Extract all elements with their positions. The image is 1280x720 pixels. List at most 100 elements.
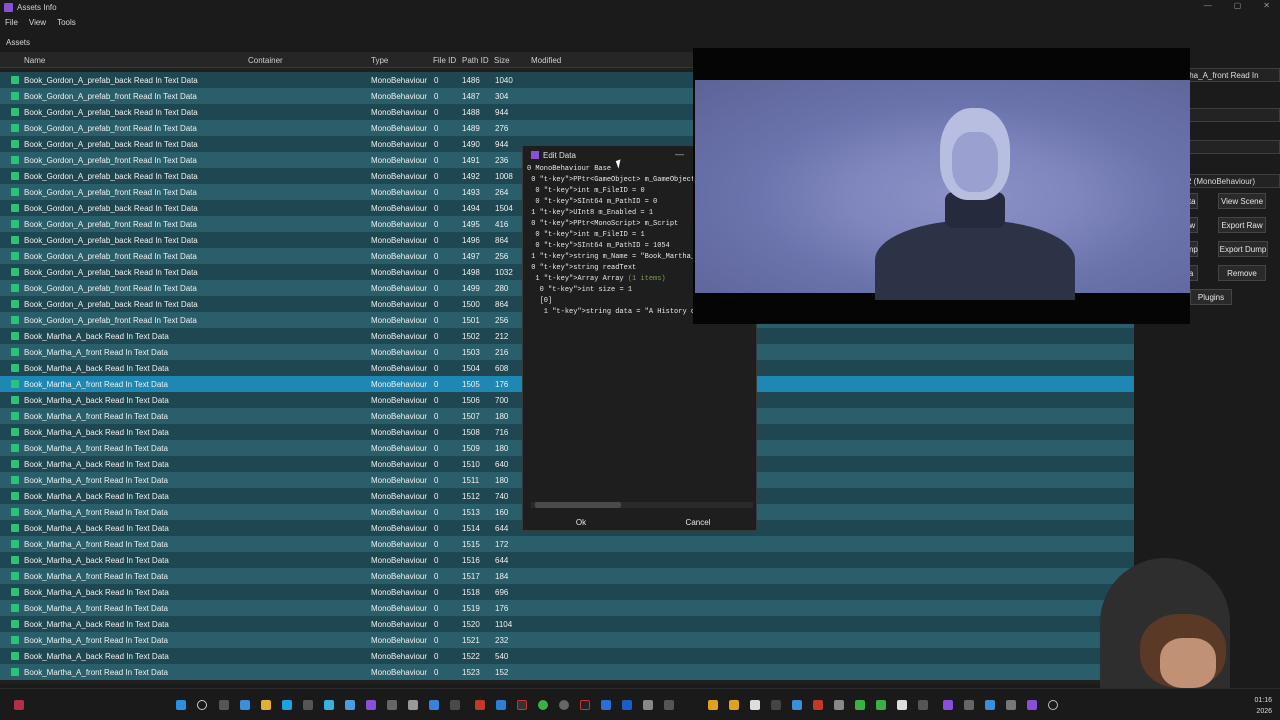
column-size[interactable]: Size xyxy=(494,56,510,65)
app-icon-9[interactable] xyxy=(366,700,376,710)
app-icon-34[interactable] xyxy=(918,700,928,710)
maximize-button[interactable]: ▢ xyxy=(1234,1,1242,10)
app-icon-13[interactable] xyxy=(450,700,460,710)
cell-file-id: 0 xyxy=(434,380,439,389)
cell-path-id: 1510 xyxy=(462,460,480,469)
app-icon-18[interactable] xyxy=(559,700,569,710)
export-dump-button[interactable]: Export Dump xyxy=(1218,241,1268,257)
assets-app-icon[interactable] xyxy=(1027,700,1037,710)
horizontal-scrollbar[interactable] xyxy=(531,502,753,508)
cell-path-id: 1491 xyxy=(462,156,480,165)
table-row[interactable]: Book_Martha_A_front Read In Text Data Mon… xyxy=(0,568,1134,584)
app-icon-38[interactable] xyxy=(1006,700,1016,710)
cell-type: MonoBehaviour xyxy=(371,396,428,405)
start-icon[interactable] xyxy=(176,700,186,710)
table-row[interactable]: Book_Martha_A_front Read In Text Data Mon… xyxy=(0,536,1134,552)
app-icon-14[interactable] xyxy=(475,700,485,710)
table-row[interactable]: Book_Martha_A_front Read In Text Data Mon… xyxy=(0,664,1134,680)
app-icon-7[interactable] xyxy=(324,700,334,710)
cell-file-id: 0 xyxy=(434,124,439,133)
column-file-id[interactable]: File ID xyxy=(433,56,456,65)
cell-file-id: 0 xyxy=(434,220,439,229)
app-icon-29[interactable] xyxy=(813,700,823,710)
cell-name: Book_Martha_A_back Read In Text Data xyxy=(24,396,169,405)
ok-button[interactable]: Ok xyxy=(541,516,621,530)
table-row[interactable]: Book_Martha_A_back Read In Text Data Mono… xyxy=(0,584,1134,600)
asset-icon xyxy=(11,652,19,660)
edge-icon[interactable] xyxy=(240,700,250,710)
column-container[interactable]: Container xyxy=(248,56,283,65)
app-icon-30[interactable] xyxy=(834,700,844,710)
plugins-button[interactable]: Plugins xyxy=(1190,289,1232,305)
app-icon-33[interactable] xyxy=(897,700,907,710)
app-icon-12[interactable] xyxy=(429,700,439,710)
settings-icon[interactable] xyxy=(1048,700,1058,710)
minimize-button[interactable]: — xyxy=(1204,1,1212,10)
app-icon-11[interactable] xyxy=(408,700,418,710)
cell-path-id: 1505 xyxy=(462,380,480,389)
export-raw-button[interactable]: Export Raw xyxy=(1218,217,1266,233)
cell-size: 264 xyxy=(495,188,509,197)
app-icon-25[interactable] xyxy=(729,700,739,710)
view-scene-button[interactable]: View Scene xyxy=(1218,193,1266,209)
vscode-icon[interactable] xyxy=(496,700,506,710)
menu-file[interactable]: File xyxy=(0,18,24,27)
app-icon-6[interactable] xyxy=(303,700,313,710)
app-icon-27[interactable] xyxy=(771,700,781,710)
browser-icon[interactable] xyxy=(282,700,292,710)
asset-field-2[interactable] xyxy=(1182,108,1280,122)
app-icon-23[interactable] xyxy=(664,700,674,710)
chrome-icon[interactable] xyxy=(538,700,548,710)
cell-type: MonoBehaviour xyxy=(371,652,428,661)
system-clock[interactable]: 01:16 2026 xyxy=(1254,695,1272,717)
steam-icon[interactable] xyxy=(345,700,355,710)
app-icon-10[interactable] xyxy=(387,700,397,710)
scrollbar-thumb[interactable] xyxy=(535,502,621,508)
app-icon-22[interactable] xyxy=(643,700,653,710)
app-icon-37[interactable] xyxy=(985,700,995,710)
asset-type-field[interactable]: 2 (MonoBehaviour) xyxy=(1182,174,1280,188)
table-row[interactable]: Book_Martha_A_back Read In Text Data Mono… xyxy=(0,616,1134,632)
column-type[interactable]: Type xyxy=(371,56,388,65)
app-icon-32[interactable] xyxy=(876,700,886,710)
column-name[interactable]: Name xyxy=(24,56,45,65)
cell-file-id: 0 xyxy=(434,572,439,581)
cell-size: 160 xyxy=(495,508,509,517)
app-icon-24[interactable] xyxy=(708,700,718,710)
app-icon-19[interactable] xyxy=(580,700,590,710)
remove-button[interactable]: Remove xyxy=(1218,265,1266,281)
table-row[interactable]: Book_Martha_A_back Read In Text Data Mono… xyxy=(0,648,1134,664)
cancel-button[interactable]: Cancel xyxy=(658,516,738,530)
close-button[interactable]: ✕ xyxy=(1263,1,1270,10)
task-view-icon[interactable] xyxy=(219,700,229,710)
cell-size: 256 xyxy=(495,316,509,325)
search-icon[interactable] xyxy=(197,700,207,710)
app-icon-35[interactable] xyxy=(943,700,953,710)
asset-icon xyxy=(11,300,19,308)
column-modified[interactable]: Modified xyxy=(531,56,561,65)
app-icon-26[interactable] xyxy=(750,700,760,710)
app-icon-20[interactable] xyxy=(601,700,611,710)
column-path-id[interactable]: Path ID xyxy=(462,56,489,65)
menu-tools[interactable]: Tools xyxy=(52,18,82,27)
app-icon-16[interactable] xyxy=(517,700,527,710)
cell-file-id: 0 xyxy=(434,524,439,533)
clock-time: 01:16 xyxy=(1254,697,1272,704)
table-row[interactable]: Book_Martha_A_back Read In Text Data Mono… xyxy=(0,552,1134,568)
asset-field-3[interactable] xyxy=(1182,140,1280,154)
app-icon-36[interactable] xyxy=(964,700,974,710)
app-icon-28[interactable] xyxy=(792,700,802,710)
table-row[interactable]: Book_Martha_A_front Read In Text Data Mon… xyxy=(0,600,1134,616)
dialog-minimize-button[interactable]: — xyxy=(675,149,684,159)
asset-name-field[interactable]: tha_A_front Read In xyxy=(1182,68,1280,82)
app-icon-21[interactable] xyxy=(622,700,632,710)
app-icon-31[interactable] xyxy=(855,700,865,710)
widget-icon[interactable] xyxy=(14,700,24,710)
cell-path-id: 1509 xyxy=(462,444,480,453)
cell-file-id: 0 xyxy=(434,156,439,165)
menu-view[interactable]: View xyxy=(24,18,52,27)
asset-icon xyxy=(11,76,19,84)
cell-type: MonoBehaviour xyxy=(371,636,428,645)
file-explorer-icon[interactable] xyxy=(261,700,271,710)
table-row[interactable]: Book_Martha_A_front Read In Text Data Mon… xyxy=(0,632,1134,648)
